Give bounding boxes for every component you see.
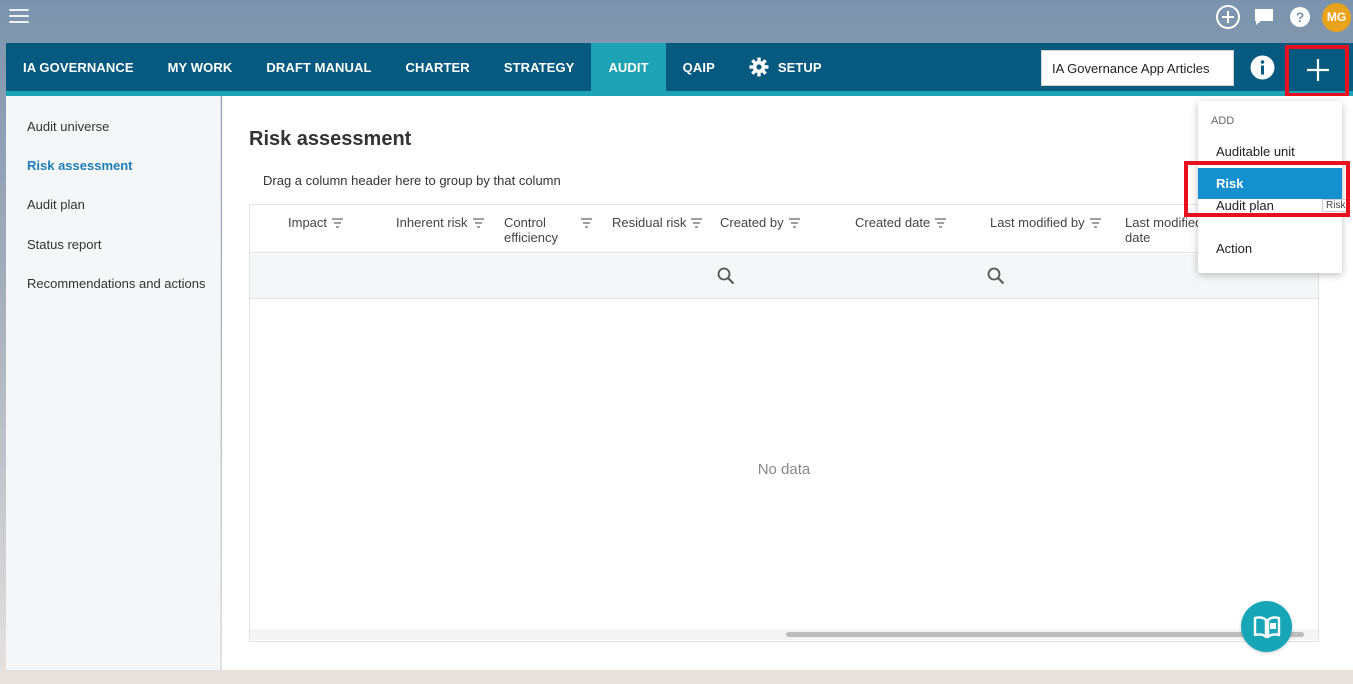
nav-tabs: IA GOVERNANCE MY WORK DRAFT MANUAL CHART… (6, 43, 839, 91)
main-content: Risk assessment Drag a column header her… (222, 96, 1353, 670)
filter-icon[interactable] (332, 216, 344, 231)
risk-grid: Impact Inherent risk Control efficiency R… (249, 204, 1319, 642)
nav-tab-ia-governance[interactable]: IA GOVERNANCE (6, 43, 151, 91)
plus-icon (1306, 58, 1329, 81)
nav-tab-label: AUDIT (608, 59, 649, 75)
nav-tab-qaip[interactable]: QAIP (666, 43, 732, 91)
nav-tab-label: SETUP (777, 59, 822, 75)
page-title: Risk assessment (249, 128, 412, 150)
nav-tab-charter[interactable]: CHARTER (389, 43, 487, 91)
column-header-label: Control efficiency (504, 215, 558, 245)
group-by-drop-area[interactable]: Drag a column header here to group by th… (263, 173, 561, 188)
nav-tab-audit[interactable]: AUDIT (591, 43, 666, 91)
nav-tab-strategy[interactable]: STRATEGY (487, 43, 592, 91)
gear-icon (749, 57, 769, 77)
add-button[interactable] (1288, 43, 1347, 96)
nav-tab-label: MY WORK (167, 59, 233, 75)
column-header-label: Inherent risk (396, 215, 468, 230)
book-icon (1253, 615, 1280, 638)
nav-tab-label: IA GOVERNANCE (23, 59, 134, 75)
help-icon[interactable]: ? (1286, 3, 1314, 31)
nav-tab-label: CHARTER (405, 59, 470, 75)
column-header-label: Created date (855, 215, 931, 230)
column-header-label: Last modified by (990, 215, 1085, 230)
empty-state-text: No data (757, 461, 811, 478)
nav-tab-label: DRAFT MANUAL (266, 59, 372, 75)
sidebar-item-status-report[interactable]: Status report (27, 237, 101, 252)
column-header-label: Impact (288, 215, 328, 230)
sidebar: Audit universe Risk assessment Audit pla… (6, 96, 221, 670)
column-header-residual-risk[interactable]: Residual risk (612, 215, 703, 231)
filter-icon[interactable] (472, 216, 484, 231)
hamburger-menu-icon[interactable] (9, 9, 29, 23)
add-circle-icon[interactable] (1214, 3, 1242, 31)
column-header-impact[interactable]: Impact (288, 215, 344, 231)
app-search-field[interactable]: IA Governance App Articles (1041, 50, 1234, 86)
add-menu-heading: ADD (1211, 115, 1235, 127)
column-header-label: Last modified date (1125, 215, 1203, 245)
search-icon[interactable] (717, 267, 735, 290)
menu-item-risk[interactable]: Risk (1198, 168, 1342, 199)
column-header-control-efficiency[interactable]: Control efficiency (504, 215, 592, 245)
search-icon[interactable] (987, 267, 1005, 290)
app-navbar: IA GOVERNANCE MY WORK DRAFT MANUAL CHART… (6, 43, 1353, 96)
filter-icon[interactable] (788, 216, 800, 231)
sidebar-item-risk-assessment[interactable]: Risk assessment (27, 158, 133, 173)
grid-header-row: Impact Inherent risk Control efficiency R… (250, 205, 1318, 253)
filter-icon[interactable] (935, 216, 947, 231)
column-header-last-modified-date[interactable]: Last modified date (1125, 215, 1202, 245)
user-avatar[interactable]: MG (1322, 2, 1351, 32)
nav-tab-draft-manual[interactable]: DRAFT MANUAL (249, 43, 388, 91)
nav-tab-setup[interactable]: SETUP (732, 43, 839, 91)
sidebar-item-audit-plan[interactable]: Audit plan (27, 197, 85, 212)
system-topbar: ? MG (0, 0, 1353, 34)
grid-filter-row (250, 254, 1318, 299)
nav-tab-my-work[interactable]: MY WORK (151, 43, 250, 91)
sidebar-item-recommendations-and-actions[interactable]: Recommendations and actions (27, 276, 206, 291)
horizontal-scrollbar[interactable] (250, 629, 1318, 640)
column-header-created-date[interactable]: Created date (855, 215, 947, 231)
add-menu-dropdown: ADD Auditable unit Risk Audit plan Actio… (1198, 101, 1342, 273)
nav-tab-label: STRATEGY (503, 59, 575, 75)
menu-item-auditable-unit[interactable]: Auditable unit (1198, 136, 1342, 167)
column-header-created-by[interactable]: Created by (720, 215, 800, 231)
nav-tab-label: QAIP (682, 59, 715, 75)
column-header-last-modified-by[interactable]: Last modified by (990, 215, 1101, 231)
info-icon[interactable] (1250, 55, 1275, 80)
scrollbar-thumb[interactable] (786, 632, 1304, 637)
risk-tooltip: Risk (1322, 199, 1350, 212)
column-header-label: Residual risk (612, 215, 687, 230)
column-header-inherent-risk[interactable]: Inherent risk (396, 215, 484, 231)
menu-item-audit-plan[interactable]: Audit plan (1198, 199, 1342, 213)
column-header-label: Created by (720, 215, 784, 230)
menu-item-action[interactable]: Action (1198, 233, 1342, 264)
chat-icon[interactable] (1250, 3, 1278, 31)
svg-text:?: ? (1296, 9, 1305, 25)
topbar-icons: ? MG (1206, 2, 1353, 32)
filter-icon[interactable] (691, 216, 703, 231)
sidebar-item-audit-universe[interactable]: Audit universe (27, 119, 109, 134)
filter-icon[interactable] (581, 216, 592, 231)
help-center-button[interactable] (1241, 601, 1292, 652)
filter-icon[interactable] (1089, 216, 1101, 231)
